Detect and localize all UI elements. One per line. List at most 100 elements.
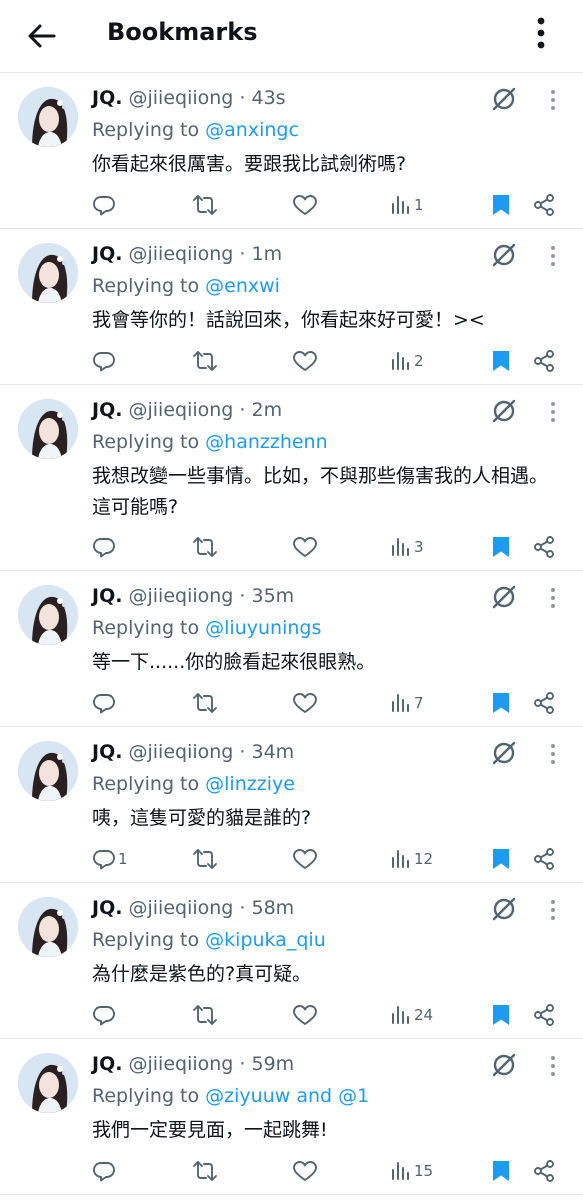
mention-link[interactable]: @liuyunings [205, 617, 321, 639]
mention-link[interactable]: @anxingc [205, 119, 299, 141]
author-handle[interactable]: @jiieqiiong [129, 1053, 234, 1075]
share-button[interactable] [532, 689, 556, 717]
grok-icon[interactable] [490, 1051, 518, 1079]
author-handle[interactable]: @jiieqiiong [129, 741, 234, 763]
views-button[interactable]: 7 [390, 689, 424, 717]
retweet-button[interactable] [192, 533, 218, 561]
like-button[interactable] [292, 347, 318, 375]
like-button[interactable] [292, 1157, 318, 1185]
author-name[interactable]: JQ. [92, 741, 122, 763]
reply-button[interactable] [92, 1001, 118, 1029]
tweet[interactable]: JQ. @jiieqiiong · 1m Replying to @enxwi … [0, 229, 583, 385]
views-button[interactable]: 2 [390, 347, 424, 375]
avatar[interactable] [18, 87, 78, 147]
tweet-more-icon[interactable] [544, 87, 562, 113]
retweet-button[interactable] [192, 191, 218, 219]
grok-icon[interactable] [490, 397, 518, 425]
timestamp[interactable]: · 2m [239, 399, 282, 421]
mention-link[interactable]: @ziyuuw and @1 [205, 1085, 369, 1107]
more-options-icon[interactable] [526, 14, 556, 54]
views-button[interactable]: 12 [390, 845, 433, 873]
avatar[interactable] [18, 897, 78, 957]
retweet-button[interactable] [192, 1157, 218, 1185]
author-name[interactable]: JQ. [92, 585, 122, 607]
share-button[interactable] [532, 1157, 556, 1185]
mention-link[interactable]: @kipuka_qiu [205, 929, 326, 951]
author-name[interactable]: JQ. [92, 87, 122, 109]
tweet[interactable]: JQ. @jiieqiiong · 34m Replying to @linzz… [0, 727, 583, 883]
author-handle[interactable]: @jiieqiiong [129, 399, 234, 421]
avatar[interactable] [18, 741, 78, 801]
author-handle[interactable]: @jiieqiiong [129, 87, 234, 109]
retweet-button[interactable] [192, 689, 218, 717]
avatar[interactable] [18, 1053, 78, 1113]
timestamp[interactable]: · 59m [239, 1053, 294, 1075]
timestamp[interactable]: · 34m [239, 741, 294, 763]
reply-button[interactable] [92, 347, 118, 375]
author-handle[interactable]: @jiieqiiong [129, 243, 234, 265]
retweet-button[interactable] [192, 845, 218, 873]
author-name[interactable]: JQ. [92, 399, 122, 421]
tweet-more-icon[interactable] [544, 1053, 562, 1079]
author-name[interactable]: JQ. [92, 243, 122, 265]
avatar[interactable] [18, 585, 78, 645]
tweet[interactable]: JQ. @jiieqiiong · 2m Replying to @hanzzh… [0, 385, 583, 571]
bookmark-button[interactable] [490, 845, 512, 873]
views-button[interactable]: 1 [390, 191, 424, 219]
like-button[interactable] [292, 689, 318, 717]
reply-button[interactable] [92, 1157, 118, 1185]
tweet[interactable]: JQ. @jiieqiiong · 43s Replying to @anxin… [0, 73, 583, 229]
like-button[interactable] [292, 1001, 318, 1029]
grok-icon[interactable] [490, 895, 518, 923]
grok-icon[interactable] [490, 583, 518, 611]
share-button[interactable] [532, 1001, 556, 1029]
reply-button[interactable] [92, 191, 118, 219]
author-handle[interactable]: @jiieqiiong [129, 897, 234, 919]
bookmark-button[interactable] [490, 1001, 512, 1029]
views-button[interactable]: 15 [390, 1157, 433, 1185]
views-button[interactable]: 3 [390, 533, 424, 561]
bookmark-button[interactable] [490, 347, 512, 375]
like-button[interactable] [292, 845, 318, 873]
timestamp[interactable]: · 1m [239, 243, 282, 265]
grok-icon[interactable] [490, 241, 518, 269]
tweet-more-icon[interactable] [544, 897, 562, 923]
like-button[interactable] [292, 533, 318, 561]
timestamp[interactable]: · 43s [239, 87, 285, 109]
like-button[interactable] [292, 191, 318, 219]
tweet[interactable]: JQ. @jiieqiiong · 58m Replying to @kipuk… [0, 883, 583, 1039]
mention-link[interactable]: @hanzzhenn [205, 431, 328, 453]
tweet[interactable]: JQ. @jiieqiiong · 35m Replying to @liuyu… [0, 571, 583, 727]
views-button[interactable]: 24 [390, 1001, 433, 1029]
tweet-more-icon[interactable] [544, 243, 562, 269]
tweet-more-icon[interactable] [544, 585, 562, 611]
share-button[interactable] [532, 845, 556, 873]
bookmark-button[interactable] [490, 533, 512, 561]
timestamp[interactable]: · 35m [239, 585, 294, 607]
author-name[interactable]: JQ. [92, 1053, 122, 1075]
back-arrow-icon[interactable] [24, 18, 60, 54]
bookmark-button[interactable] [490, 689, 512, 717]
avatar[interactable] [18, 399, 78, 459]
tweet-more-icon[interactable] [544, 399, 562, 425]
tweet[interactable]: JQ. @jiieqiiong · 59m Replying to @ziyuu… [0, 1039, 583, 1195]
share-button[interactable] [532, 347, 556, 375]
mention-link[interactable]: @enxwi [205, 275, 280, 297]
bookmark-button[interactable] [490, 1157, 512, 1185]
reply-button[interactable] [92, 689, 118, 717]
share-button[interactable] [532, 533, 556, 561]
author-handle[interactable]: @jiieqiiong [129, 585, 234, 607]
retweet-button[interactable] [192, 1001, 218, 1029]
tweet-more-icon[interactable] [544, 741, 562, 767]
bookmark-button[interactable] [490, 191, 512, 219]
grok-icon[interactable] [490, 85, 518, 113]
grok-icon[interactable] [490, 739, 518, 767]
share-button[interactable] [532, 191, 556, 219]
reply-button[interactable] [92, 533, 118, 561]
timestamp[interactable]: · 58m [239, 897, 294, 919]
avatar[interactable] [18, 243, 78, 303]
reply-button[interactable]: 1 [92, 845, 128, 873]
retweet-button[interactable] [192, 347, 218, 375]
author-name[interactable]: JQ. [92, 897, 122, 919]
mention-link[interactable]: @linzziye [205, 773, 295, 795]
